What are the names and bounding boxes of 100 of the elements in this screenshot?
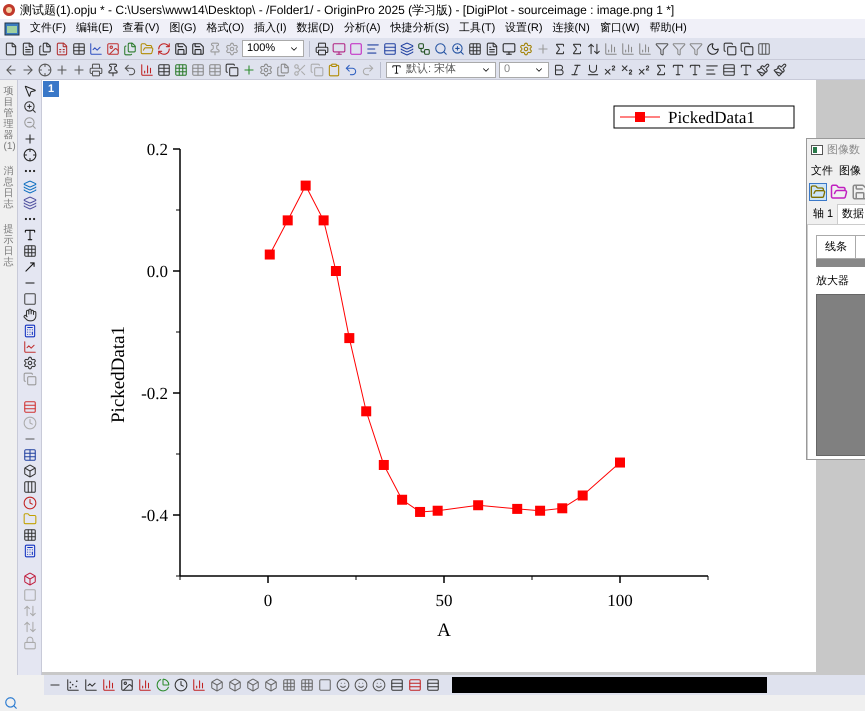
zoom-icon[interactable] [451,42,465,56]
filter-icon[interactable] [655,42,669,56]
font-combo[interactable]: 默认: 宋体 [386,62,496,78]
menu-item[interactable]: 工具(T) [459,20,496,37]
square-icon[interactable] [349,42,363,56]
spreadsheet-icon[interactable] [55,42,69,56]
brush-icon[interactable] [773,62,787,76]
text-size-icon[interactable] [688,62,702,76]
hand-icon[interactable] [22,308,36,322]
cube-icon[interactable] [210,678,224,692]
refresh-icon[interactable] [157,42,171,56]
face-icon[interactable] [336,678,350,692]
pin-icon[interactable] [106,62,120,76]
files-icon[interactable] [123,42,137,56]
moon-icon[interactable] [706,42,720,56]
bold-icon[interactable] [552,62,566,76]
chart-icon[interactable] [138,678,152,692]
color-bars-icon[interactable] [22,400,36,414]
sigma-icon[interactable] [570,42,584,56]
image-icon[interactable] [120,678,134,692]
undo-icon[interactable] [344,62,358,76]
table-icon[interactable] [72,42,86,56]
printer-icon[interactable] [315,42,329,56]
save-icon[interactable] [191,42,205,56]
font-color-icon[interactable] [739,62,753,76]
bar-chart-icon[interactable] [102,678,116,692]
cube-icon[interactable] [228,678,242,692]
superscript-icon[interactable] [603,62,617,76]
line-chart-icon[interactable] [89,42,103,56]
sigma-icon[interactable] [553,42,567,56]
paint-bucket-icon[interactable] [756,62,770,76]
face-icon[interactable] [354,678,368,692]
bar-chart-icon[interactable] [638,42,652,56]
printer-icon[interactable] [89,62,103,76]
side-tab[interactable]: 提示日志 [4,224,14,268]
table-icon[interactable] [22,448,36,462]
page-label[interactable]: 1 [43,81,59,97]
superscript-icon[interactable] [637,62,651,76]
files-icon[interactable] [38,42,52,56]
text-tool-icon[interactable] [22,228,36,242]
arrow-right-icon[interactable] [21,62,35,76]
italic-icon[interactable] [569,62,583,76]
folder-icon[interactable] [809,183,827,201]
formula-icon[interactable] [22,324,36,338]
square-icon[interactable] [318,678,332,692]
underline-icon[interactable] [586,62,600,76]
crosshair-icon[interactable] [22,148,36,162]
menu-item[interactable]: 编辑(E) [76,20,113,37]
menu-item[interactable]: 设置(R) [505,20,543,37]
column-icon[interactable] [22,480,36,494]
folder-icon[interactable] [830,183,848,201]
copy-icon[interactable] [740,42,754,56]
clipboard-icon[interactable] [327,62,341,76]
table-icon[interactable] [157,62,171,76]
grid-icon[interactable] [468,42,482,56]
rows-icon[interactable] [383,42,397,56]
crosshair-icon[interactable] [38,62,52,76]
scatter-icon[interactable] [66,678,80,692]
menu-item[interactable]: 快捷分析(S) [390,20,450,37]
copy-icon[interactable] [723,42,737,56]
rows-icon[interactable] [390,678,404,692]
plus-icon[interactable] [22,132,36,146]
line-symbol-icon[interactable] [84,678,98,692]
plus-icon[interactable] [72,62,86,76]
workflow-icon[interactable] [417,42,431,56]
arrow-icon[interactable] [22,260,36,274]
grid-icon[interactable] [22,244,36,258]
side-tab[interactable]: 消息日志 [4,166,14,210]
formula-icon[interactable] [22,544,36,558]
search-icon[interactable] [4,696,18,710]
sort-icon[interactable] [587,42,601,56]
monitor-icon[interactable] [502,42,516,56]
document-icon[interactable] [21,42,35,56]
sigma-icon[interactable] [654,62,668,76]
pointer-icon[interactable] [22,84,36,98]
menu-item[interactable]: 查看(V) [122,20,160,37]
zoom-in-icon[interactable] [22,100,36,114]
layers-icon[interactable] [400,42,414,56]
new-file-icon[interactable] [4,42,18,56]
layers-icon[interactable] [22,180,36,194]
bar-chart-icon[interactable] [140,62,154,76]
menu-item[interactable]: 插入(I) [254,20,287,37]
cube-icon[interactable] [264,678,278,692]
rows-icon[interactable] [426,678,440,692]
menu-item[interactable]: 图像 [839,162,861,180]
menu-item[interactable]: 窗口(W) [600,20,640,37]
menu-item[interactable]: 文件(F) [30,20,66,37]
copy-icon[interactable] [225,62,239,76]
plus-icon[interactable] [55,62,69,76]
menu-item[interactable]: 分析(A) [344,20,381,37]
columns-icon[interactable] [757,42,771,56]
subscript-icon[interactable] [620,62,634,76]
grid-icon[interactable] [22,528,36,542]
align-icon[interactable] [705,62,719,76]
rows-icon[interactable] [722,62,736,76]
chart-icon[interactable] [22,340,36,354]
arrow-left-icon[interactable] [4,62,18,76]
save-icon[interactable] [174,42,188,56]
document-icon[interactable] [485,42,499,56]
cube-icon[interactable] [246,678,260,692]
